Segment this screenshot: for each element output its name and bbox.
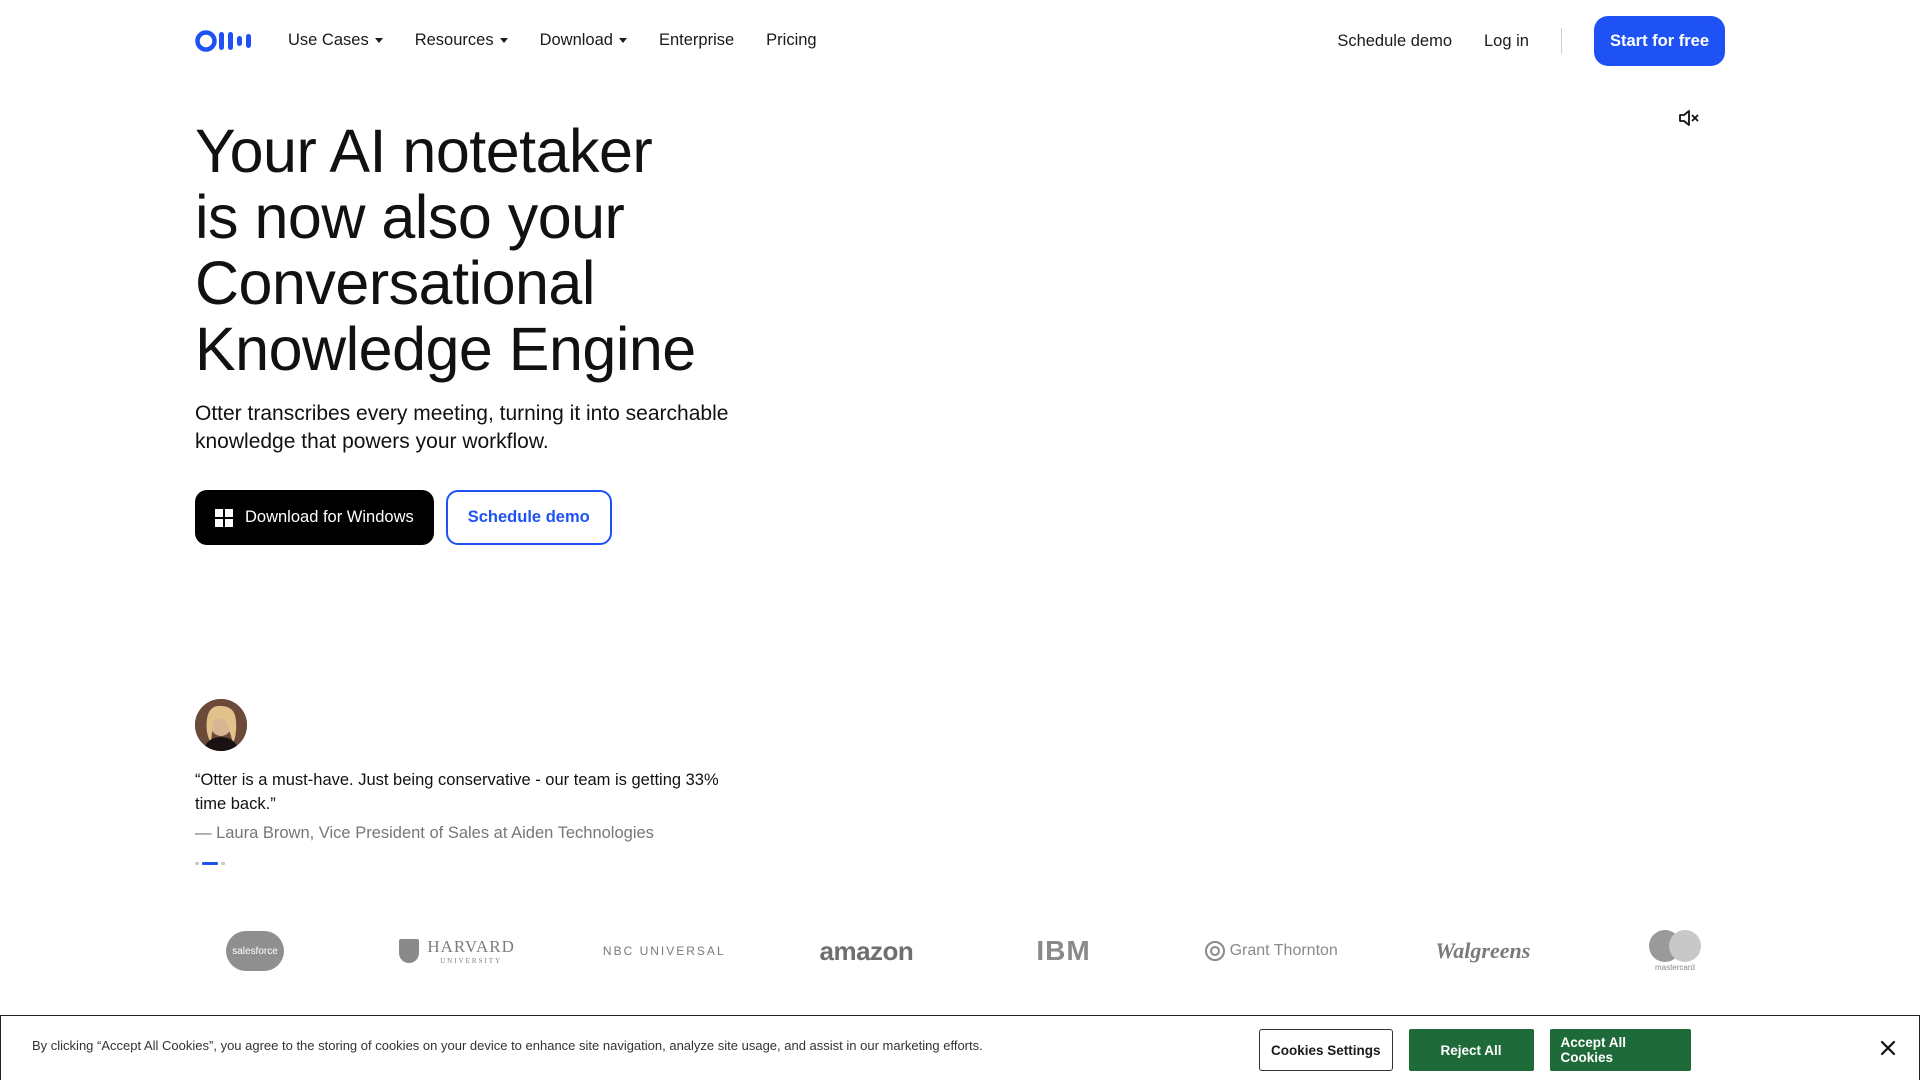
nav-actions: Schedule demo Log in Start for free: [1337, 16, 1725, 66]
cookie-consent-text: By clicking “Accept All Cookies”, you ag…: [32, 1038, 983, 1053]
grant-thornton-logo: Grant Thornton: [1201, 925, 1341, 977]
nav-enterprise-label: Enterprise: [658, 30, 735, 49]
top-nav: Use Cases Resources Download Enterprise …: [0, 0, 1920, 82]
speaker-muted-icon[interactable]: [1678, 108, 1700, 128]
nav-use-cases[interactable]: Use Cases: [288, 28, 383, 52]
grant-thornton-swirl-icon: [1204, 941, 1225, 961]
walgreens-logo: Walgreens: [1418, 925, 1548, 977]
salesforce-logo: salesforce: [195, 925, 315, 977]
hero-title: Your AI notetaker is now also your Conve…: [195, 118, 815, 382]
nav-resources-label: Resources: [414, 30, 494, 49]
carousel-dot-active[interactable]: [202, 862, 218, 865]
schedule-demo-button[interactable]: Schedule demo: [445, 490, 612, 545]
nav-enterprise[interactable]: Enterprise: [659, 28, 734, 52]
nav-pricing-label: Pricing: [766, 30, 817, 49]
ibm-logo-text: IBM: [1036, 935, 1091, 966]
amazon-logo-text: amazon: [819, 935, 914, 966]
carousel-dot[interactable]: [221, 862, 225, 865]
close-icon[interactable]: [1879, 1039, 1897, 1057]
mastercard-logo: mastercard: [1625, 925, 1725, 977]
testimonial-author: — Laura Brown, Vice President of Sales a…: [195, 824, 654, 842]
nbc-universal-logo: NBC UNIVERSAL: [599, 925, 729, 977]
harvard-logo-text: HARVARD: [427, 937, 515, 956]
cookies-settings-button[interactable]: Cookies Settings: [1259, 1029, 1393, 1071]
download-windows-button[interactable]: Download for Windows: [195, 490, 434, 545]
harvard-logo-subtext: UNIVERSITY: [440, 957, 503, 965]
nav-divider: [1560, 28, 1562, 54]
mastercard-logo-text: mastercard: [1654, 963, 1695, 972]
nbc-universal-logo-text: NBC UNIVERSAL: [602, 944, 726, 958]
chevron-down-icon: [499, 37, 508, 43]
download-windows-label: Download for Windows: [245, 508, 414, 526]
cookie-banner: By clicking “Accept All Cookies”, you ag…: [0, 1015, 1920, 1080]
hero-buttons: Download for Windows Schedule demo: [195, 490, 612, 545]
schedule-demo-link[interactable]: Schedule demo: [1337, 32, 1452, 51]
ibm-logo: IBM: [1004, 925, 1124, 977]
hero-title-line: Conversational: [195, 249, 595, 317]
cookie-buttons: Cookies Settings Reject All Accept All C…: [1259, 1029, 1691, 1071]
chevron-down-icon: [618, 37, 627, 43]
hero-title-line: Your AI notetaker: [195, 117, 653, 185]
testimonial-quote: “Otter is a must-have. Just being conser…: [195, 771, 719, 813]
accept-all-cookies-button[interactable]: Accept All Cookies: [1549, 1029, 1691, 1071]
grant-thornton-logo-text: Grant Thornton: [1229, 942, 1338, 959]
amazon-logo: amazon: [806, 925, 926, 977]
nav-pricing[interactable]: Pricing: [766, 28, 816, 52]
hero-title-line: Knowledge Engine: [195, 315, 696, 383]
log-in-link[interactable]: Log in: [1484, 32, 1529, 51]
start-for-free-button[interactable]: Start for free: [1593, 16, 1725, 66]
salesforce-logo-text: salesforce: [226, 931, 284, 971]
nav-links: Use Cases Resources Download Enterprise …: [288, 28, 849, 52]
harvard-shield-icon: [399, 939, 420, 963]
walgreens-logo-text: Walgreens: [1435, 938, 1531, 963]
nav-use-cases-label: Use Cases: [288, 30, 369, 49]
chevron-down-icon: [374, 37, 383, 43]
hero-subtitle: Otter transcribes every meeting, turning…: [195, 402, 729, 453]
nav-download-label: Download: [539, 30, 613, 49]
avatar: [195, 699, 247, 751]
harvard-logo: HARVARD UNIVERSITY: [392, 925, 522, 977]
reject-all-button[interactable]: Reject All: [1408, 1029, 1534, 1071]
carousel-dot[interactable]: [195, 862, 199, 865]
nav-resources[interactable]: Resources: [415, 28, 508, 52]
customer-logos: salesforce HARVARD UNIVERSITY NBC UNIVER…: [195, 925, 1725, 977]
otter-logo-icon[interactable]: [195, 30, 252, 52]
windows-icon: [215, 508, 233, 527]
mastercard-circles-icon: [1648, 930, 1701, 962]
carousel-indicator: [195, 862, 225, 865]
hero-title-line: is now also your: [195, 183, 625, 251]
nav-download[interactable]: Download: [540, 28, 627, 52]
